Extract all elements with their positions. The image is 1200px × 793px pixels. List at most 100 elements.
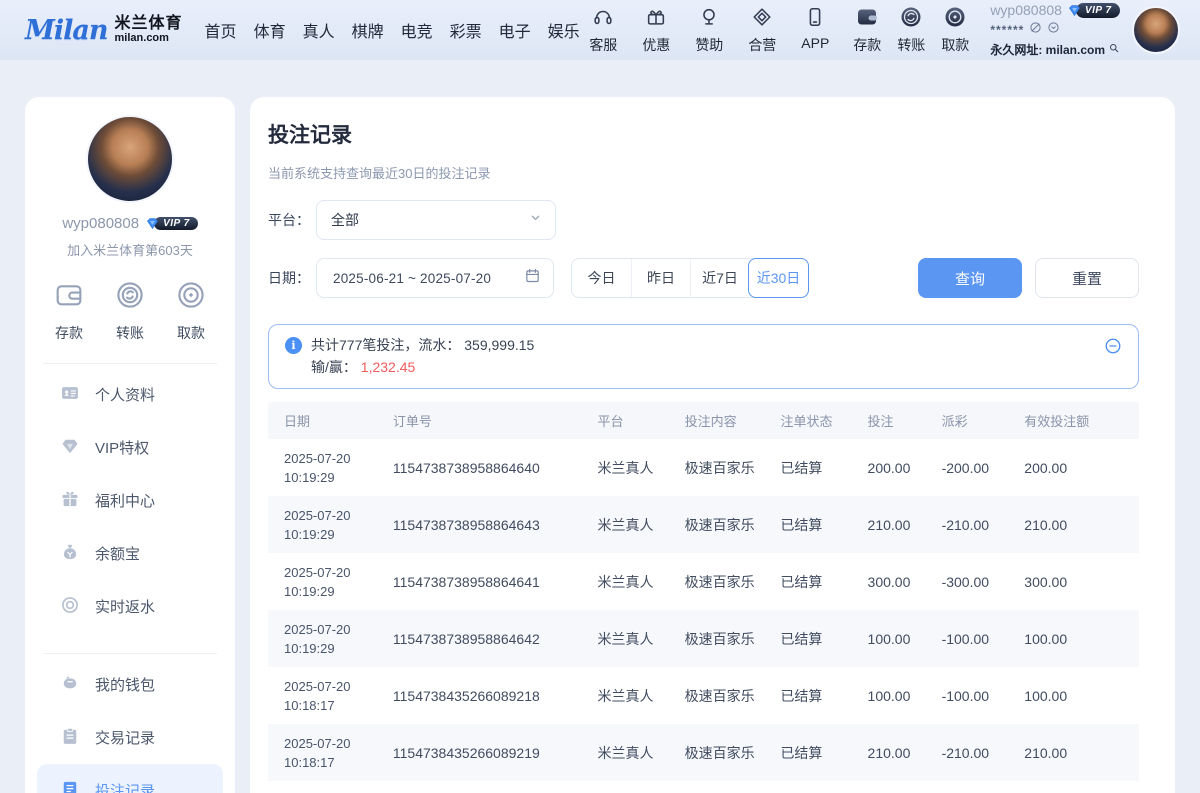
col-payout: 派彩 xyxy=(926,402,1009,439)
nav-item-lottery[interactable]: 彩票 xyxy=(448,14,484,46)
eye-off-icon[interactable] xyxy=(1029,20,1042,41)
platform-select[interactable]: 全部 xyxy=(316,200,556,240)
deposit-label-top: 存款 xyxy=(853,35,881,55)
bet-table-body: 2025-07-2010:19:291154738738958864640米兰真… xyxy=(268,439,1139,781)
sidebar-menu-group2: 我的钱包 交易记录 投注记录 xyxy=(37,658,223,793)
logo-cn-text: 米兰体育 xyxy=(115,16,183,33)
nav-item-esports[interactable]: 电竞 xyxy=(399,14,435,46)
cell-valid: 100.00 xyxy=(1008,667,1139,724)
sidebar-item-welfare[interactable]: 福利中心 xyxy=(37,474,223,527)
range-today-button[interactable]: 今日 xyxy=(572,259,631,297)
cell-valid: 100.00 xyxy=(1008,610,1139,667)
col-valid: 有效投注额 xyxy=(1008,402,1139,439)
sidebar-item-my-wallet[interactable]: 我的钱包 xyxy=(37,658,223,711)
wallet-outline-icon xyxy=(53,279,85,316)
username-sidebar: wyp080808 xyxy=(62,215,139,232)
sidebar-deposit-button[interactable]: 存款 xyxy=(53,279,85,343)
brand-logo[interactable]: Milan 米兰体育 milan.com xyxy=(25,15,183,46)
cell-content: 极速百家乐 xyxy=(669,610,765,667)
transfer-button-top[interactable]: 转账 xyxy=(892,5,930,55)
top-navigation: Milan 米兰体育 milan.com 首页 体育 真人 棋牌 电竞 彩票 电… xyxy=(0,0,1200,60)
gift-icon xyxy=(645,6,667,33)
transfer-outline-icon xyxy=(114,279,146,316)
vip-gem-icon xyxy=(60,436,80,460)
table-row: 2025-07-2010:19:291154738738958864641米兰真… xyxy=(268,553,1139,610)
sidebar-quick-actions: 存款 转账 取款 xyxy=(37,279,223,343)
masked-balance: ****** xyxy=(990,23,1024,39)
nav-item-slots[interactable]: 电子 xyxy=(497,14,533,46)
cell-order: 1154738435266089218 xyxy=(377,667,582,724)
reset-button[interactable]: 重置 xyxy=(1035,258,1139,298)
sidebar-withdraw-button[interactable]: 取款 xyxy=(175,279,207,343)
sidebar-transfer-button[interactable]: 转账 xyxy=(114,279,146,343)
sponsor-label: 赞助 xyxy=(695,35,723,55)
cell-valid: 210.00 xyxy=(1008,724,1139,781)
withdraw-label-top: 取款 xyxy=(941,35,969,55)
date-range-input[interactable]: 2025-06-21 ~ 2025-07-20 xyxy=(316,258,554,298)
nav-item-live[interactable]: 真人 xyxy=(301,14,337,46)
nav-item-cards[interactable]: 棋牌 xyxy=(350,14,386,46)
search-button[interactable]: 查询 xyxy=(918,258,1022,298)
refresh-circle-icon[interactable] xyxy=(1047,20,1060,41)
date-label: 日期： xyxy=(268,268,316,288)
cell-status: 已结算 xyxy=(764,610,851,667)
nav-item-sports[interactable]: 体育 xyxy=(252,14,288,46)
sponsor-button[interactable]: 赞助 xyxy=(690,6,728,55)
withdraw-icon xyxy=(943,5,967,34)
info-icon: i xyxy=(285,337,302,354)
cell-payout: -300.00 xyxy=(926,553,1009,610)
service-button[interactable]: 客服 xyxy=(584,6,622,55)
partner-button[interactable]: 合营 xyxy=(743,6,781,55)
sidebar-item-rebate[interactable]: 实时返水 xyxy=(37,580,223,633)
range-7days-button[interactable]: 近7日 xyxy=(690,259,749,297)
sidebar-item-vip[interactable]: VIP特权 xyxy=(37,421,223,474)
sidebar-item-profile[interactable]: 个人资料 xyxy=(37,368,223,421)
page-body: wyp080808 VIP 7 加入米兰体育第603天 存款 转账 取款 xyxy=(0,60,1200,793)
cell-payout: -210.00 xyxy=(926,496,1009,553)
range-yesterday-button[interactable]: 昨日 xyxy=(631,259,690,297)
cell-payout: -100.00 xyxy=(926,667,1009,724)
user-info-block: wyp080808 VIP 7 ****** 永久网址: milan.com xyxy=(990,1,1120,59)
nav-item-entertainment[interactable]: 娱乐 xyxy=(546,14,582,46)
deposit-button-top[interactable]: 存款 xyxy=(848,5,886,55)
table-row: 2025-07-2010:18:171154738435266089218米兰真… xyxy=(268,667,1139,724)
cell-payout: -100.00 xyxy=(926,610,1009,667)
cell-order: 1154738738958864642 xyxy=(377,610,582,667)
cell-order: 1154738738958864640 xyxy=(377,439,582,496)
col-bet: 投注 xyxy=(852,402,926,439)
sidebar-divider xyxy=(43,363,217,364)
cell-date: 2025-07-2010:18:17 xyxy=(268,724,377,781)
magnifier-icon[interactable] xyxy=(1108,42,1120,59)
promo-button[interactable]: 优惠 xyxy=(637,6,675,55)
range-30days-button[interactable]: 近30日 xyxy=(748,258,809,298)
sidebar-item-bet-records[interactable]: 投注记录 xyxy=(37,764,223,793)
cell-status: 已结算 xyxy=(764,496,851,553)
cell-platform: 米兰真人 xyxy=(582,553,669,610)
sidebar-item-yuebao[interactable]: 余额宝 xyxy=(37,527,223,580)
user-avatar-sidebar[interactable] xyxy=(86,115,174,203)
transfer-icon xyxy=(899,5,923,34)
main-menu: 首页 体育 真人 棋牌 电竞 彩票 电子 娱乐 xyxy=(203,14,582,46)
vip-badge-top: VIP 7 xyxy=(1067,3,1120,18)
bet-records-table: 日期 订单号 平台 投注内容 注单状态 投注 派彩 有效投注额 2025-07-… xyxy=(268,402,1139,781)
cell-status: 已结算 xyxy=(764,667,851,724)
user-avatar-top[interactable] xyxy=(1132,6,1180,54)
cell-payout: -200.00 xyxy=(926,439,1009,496)
nav-item-home[interactable]: 首页 xyxy=(203,14,239,46)
summary-line1-prefix: 共计777笔投注，流水： xyxy=(311,337,464,353)
partner-icon xyxy=(751,6,773,33)
page-subtitle: 当前系统支持查询最近30日的投注记录 xyxy=(268,163,1157,182)
app-button[interactable]: APP xyxy=(796,6,834,55)
cell-valid: 210.00 xyxy=(1008,496,1139,553)
withdraw-button-top[interactable]: 取款 xyxy=(936,5,974,55)
cell-order: 1154738738958864641 xyxy=(377,553,582,610)
cell-bet: 300.00 xyxy=(852,553,926,610)
sidebar-item-bet-records-label: 投注记录 xyxy=(95,780,155,793)
cell-payout: -210.00 xyxy=(926,724,1009,781)
permanent-url-text: 永久网址: milan.com xyxy=(990,43,1105,59)
vip-diamond-icon xyxy=(145,216,160,231)
minus-circle-icon[interactable] xyxy=(1104,337,1122,355)
cell-order: 1154738435266089219 xyxy=(377,724,582,781)
promo-label: 优惠 xyxy=(642,35,670,55)
sidebar-item-transactions[interactable]: 交易记录 xyxy=(37,711,223,764)
